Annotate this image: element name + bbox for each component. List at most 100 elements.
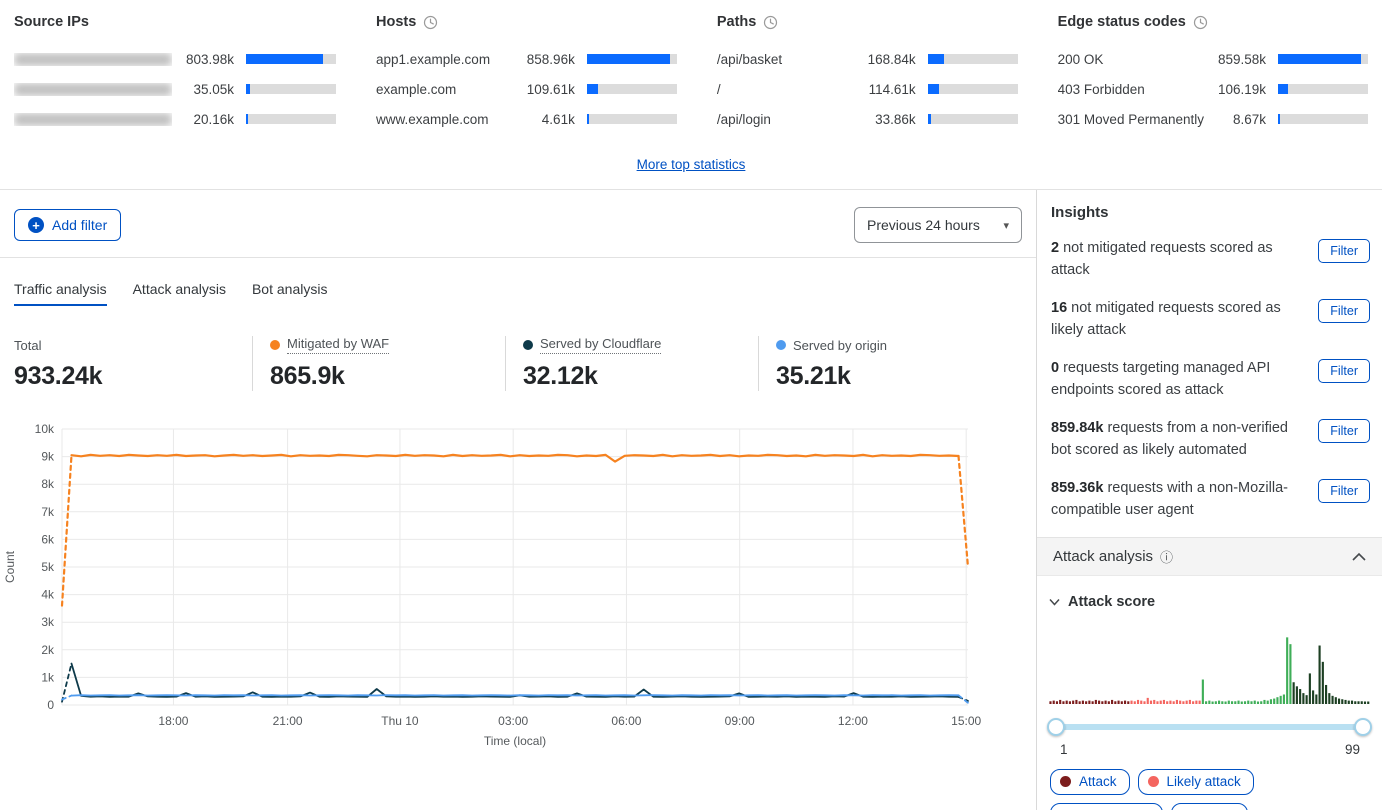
blurred-source-ip xyxy=(14,53,172,66)
legend-pill-likely-clean[interactable]: Likely clean xyxy=(1050,803,1163,810)
top-stat-row[interactable]: 20.16k xyxy=(14,104,336,134)
tab-attack-analysis[interactable]: Attack analysis xyxy=(133,281,226,306)
histogram-bar xyxy=(1335,697,1337,704)
histogram-bar xyxy=(1234,701,1236,704)
histogram-bar xyxy=(1250,701,1252,704)
summary-stat[interactable]: Mitigated by WAF865.9k xyxy=(252,336,505,391)
top-stat-row[interactable]: /114.61k xyxy=(717,74,1018,104)
attack-score-range-slider[interactable] xyxy=(1047,718,1372,736)
legend-color-dot xyxy=(1148,776,1159,787)
attack-score-legend: Attack Likely attack Likely clean Clean xyxy=(1037,757,1382,810)
top-stat-row-bar-fill xyxy=(928,114,931,124)
slider-min-value: 1 xyxy=(1060,742,1068,757)
histogram-bar xyxy=(1319,645,1321,703)
histogram-bar xyxy=(1312,690,1314,704)
top-stat-row-bar xyxy=(246,114,336,124)
top-stat-column-title-text: Paths xyxy=(717,14,757,30)
insight-filter-button[interactable]: Filter xyxy=(1318,479,1370,503)
histogram-bar xyxy=(1286,637,1288,704)
insight-filter-button[interactable]: Filter xyxy=(1318,239,1370,263)
attack-score-label: Attack score xyxy=(1068,594,1155,610)
legend-pill-label: Attack xyxy=(1079,774,1117,789)
svg-text:0: 0 xyxy=(47,698,54,712)
summary-stat-label-text: Served by origin xyxy=(793,338,887,353)
histogram-bar xyxy=(1179,700,1181,703)
top-stat-row-value: 35.05k xyxy=(172,82,234,97)
slider-handle-min[interactable] xyxy=(1047,718,1065,736)
histogram-bar xyxy=(1173,701,1175,704)
slider-handle-max[interactable] xyxy=(1354,718,1372,736)
histogram-bar xyxy=(1111,700,1113,704)
insight-text: 2 not mitigated requests scored as attac… xyxy=(1051,237,1308,282)
summary-stat[interactable]: Served by Cloudflare32.12k xyxy=(505,336,758,391)
legend-pill-clean[interactable]: Clean xyxy=(1171,803,1248,810)
attack-analysis-header[interactable]: Attack analysis ⓘ xyxy=(1037,537,1382,576)
tab-bot-analysis[interactable]: Bot analysis xyxy=(252,281,327,306)
histogram-bar xyxy=(1231,701,1233,704)
summary-stat-label-text: Served by Cloudflare xyxy=(540,336,661,354)
clock-icon[interactable] xyxy=(423,15,438,30)
histogram-bar xyxy=(1212,701,1214,704)
histogram-bar xyxy=(1237,700,1239,703)
histogram-bar xyxy=(1186,700,1188,703)
top-stat-row[interactable]: /api/login33.86k xyxy=(717,104,1018,134)
summary-stat-label: Served by Cloudflare xyxy=(523,336,744,354)
svg-text:12:00: 12:00 xyxy=(838,714,868,728)
insight-item: 16 not mitigated requests scored as like… xyxy=(1051,297,1370,342)
top-stat-row-bar xyxy=(928,84,1018,94)
time-range-select[interactable]: Previous 24 hours ▾ xyxy=(854,207,1022,243)
top-stat-row[interactable]: www.example.com4.61k xyxy=(376,104,677,134)
top-stat-row[interactable]: 803.98k xyxy=(14,44,336,74)
top-stat-row-label: 403 Forbidden xyxy=(1058,82,1204,97)
more-top-statistics-link[interactable]: More top statistics xyxy=(637,157,746,172)
clock-icon[interactable] xyxy=(1193,15,1208,30)
add-filter-button[interactable]: + Add filter xyxy=(14,209,121,241)
attack-score-histogram-chart xyxy=(1049,634,1370,704)
histogram-bar xyxy=(1199,700,1201,703)
slider-track[interactable] xyxy=(1055,724,1364,730)
insight-item: 859.36k requests with a non-Mozilla-comp… xyxy=(1051,477,1370,522)
histogram-bar xyxy=(1150,700,1152,703)
histogram-bar xyxy=(1241,701,1243,704)
top-stat-row[interactable]: example.com109.61k xyxy=(376,74,677,104)
summary-stat[interactable]: Served by origin35.21k xyxy=(758,336,1011,391)
top-stat-row[interactable]: 35.05k xyxy=(14,74,336,104)
chevron-up-icon[interactable] xyxy=(1352,552,1366,561)
legend-pill-likely-attack[interactable]: Likely attack xyxy=(1138,769,1254,795)
summary-stat-value: 933.24k xyxy=(14,362,238,391)
histogram-bar xyxy=(1053,700,1055,703)
insight-filter-button[interactable]: Filter xyxy=(1318,299,1370,323)
top-stat-row-bar xyxy=(587,84,677,94)
histogram-bar xyxy=(1208,700,1210,703)
insights-pane: Insights 2 not mitigated requests scored… xyxy=(1037,190,1382,810)
histogram-bar xyxy=(1228,700,1230,703)
top-stat-column-title: Hosts xyxy=(376,14,677,30)
insight-filter-button[interactable]: Filter xyxy=(1318,359,1370,383)
top-stat-row[interactable]: 200 OK859.58k xyxy=(1058,44,1368,74)
attack-score-toggle[interactable]: Attack score xyxy=(1037,576,1382,610)
top-stat-column-title-text: Source IPs xyxy=(14,14,89,30)
top-stat-row[interactable]: 403 Forbidden106.19k xyxy=(1058,74,1368,104)
chevron-down-icon: ▾ xyxy=(1003,219,1009,232)
top-stat-row[interactable]: app1.example.com858.96k xyxy=(376,44,677,74)
top-stat-column-title: Paths xyxy=(717,14,1018,30)
histogram-bar xyxy=(1338,698,1340,703)
insight-text: 859.36k requests with a non-Mozilla-comp… xyxy=(1051,477,1308,522)
histogram-bar xyxy=(1354,701,1356,704)
insight-text: 16 not mitigated requests scored as like… xyxy=(1051,297,1308,342)
histogram-bar xyxy=(1062,701,1064,704)
histogram-bar xyxy=(1127,701,1129,704)
top-stat-row[interactable]: 301 Moved Permanently8.67k xyxy=(1058,104,1368,134)
top-stat-row[interactable]: /api/basket168.84k xyxy=(717,44,1018,74)
blurred-source-ip xyxy=(14,113,172,126)
tab-traffic-analysis[interactable]: Traffic analysis xyxy=(14,281,107,306)
svg-text:18:00: 18:00 xyxy=(158,714,188,728)
insight-filter-button[interactable]: Filter xyxy=(1318,419,1370,443)
histogram-bar xyxy=(1328,693,1330,704)
clock-icon[interactable] xyxy=(763,15,778,30)
insight-text: 859.84k requests from a non-verified bot… xyxy=(1051,417,1308,462)
top-stat-row-bar xyxy=(928,114,1018,124)
legend-pill-attack[interactable]: Attack xyxy=(1050,769,1130,795)
summary-stat[interactable]: Total933.24k xyxy=(14,336,252,391)
svg-text:9k: 9k xyxy=(41,450,55,464)
